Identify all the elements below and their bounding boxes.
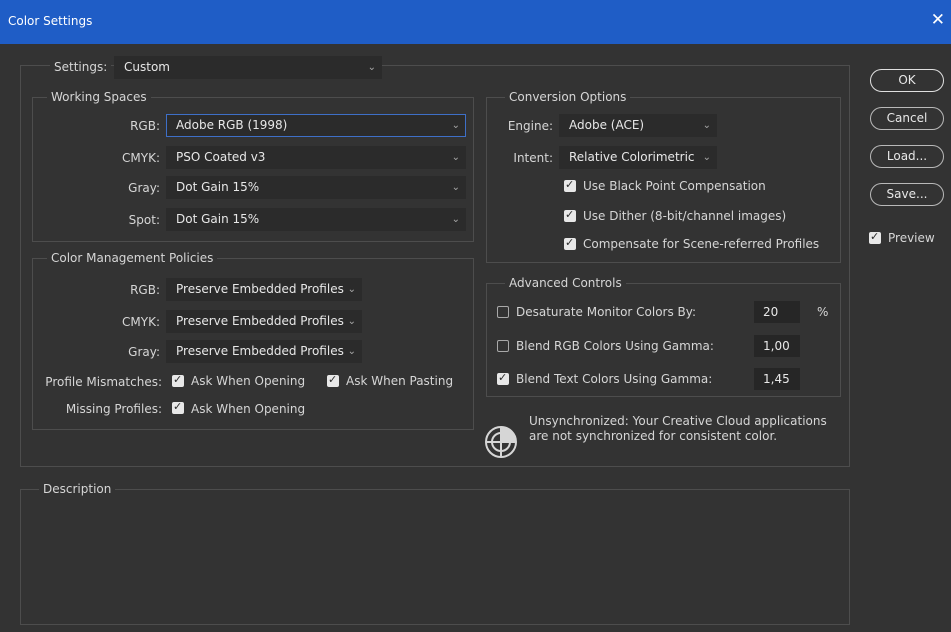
check-icon: ✓ <box>565 236 575 249</box>
policies-title: Color Management Policies <box>47 251 218 265</box>
policy-cmyk-select[interactable]: Preserve Embedded Profiles ⌄ <box>166 310 362 333</box>
color-settings-dialog: Settings: Custom ⌄ Working Spaces RGB: A… <box>0 44 951 632</box>
cancel-button[interactable]: Cancel <box>870 107 944 130</box>
engine-value: Adobe (ACE) <box>569 118 645 132</box>
missing-ask-when-opening-checkbox[interactable]: ✓ <box>172 400 184 414</box>
blend-rgb-label[interactable]: Blend RGB Colors Using Gamma: <box>516 339 714 353</box>
conversion-options-title: Conversion Options <box>505 90 631 104</box>
blend-text-input[interactable]: 1,45 <box>754 368 800 390</box>
desaturate-unit: % <box>817 305 829 319</box>
save-button[interactable]: Save... <box>870 183 944 206</box>
ok-button[interactable]: OK <box>870 69 944 92</box>
policy-gray-select[interactable]: Preserve Embedded Profiles ⌄ <box>166 340 362 363</box>
settings-select[interactable]: Custom ⌄ <box>114 56 382 79</box>
working-rgb-value: Adobe RGB (1998) <box>176 118 288 132</box>
preview-label[interactable]: Preview <box>888 231 935 245</box>
intent-select[interactable]: Relative Colorimetric ⌄ <box>559 146 717 169</box>
working-rgb-label: RGB: <box>130 119 160 133</box>
intent-label: Intent: <box>513 151 553 165</box>
blend-rgb-checkbox[interactable] <box>497 340 509 352</box>
sync-status-icon <box>485 426 517 458</box>
working-cmyk-label: CMYK: <box>122 151 160 165</box>
check-icon: ✓ <box>328 373 338 386</box>
desaturate-checkbox[interactable] <box>497 306 509 318</box>
check-icon: ✓ <box>498 371 508 384</box>
working-spaces-title: Working Spaces <box>47 90 151 104</box>
chevron-down-icon: ⌄ <box>367 62 376 73</box>
settings-value: Custom <box>124 60 170 74</box>
desaturate-input[interactable]: 20 <box>754 301 800 323</box>
intent-value: Relative Colorimetric <box>569 150 695 164</box>
working-gray-select[interactable]: Dot Gain 15% ⌄ <box>166 176 466 199</box>
chevron-down-icon: ⌄ <box>451 120 460 131</box>
chevron-down-icon: ⌄ <box>702 120 711 131</box>
scene-referred-label[interactable]: Compensate for Scene-referred Profiles <box>583 237 819 251</box>
working-cmyk-select[interactable]: PSO Coated v3 ⌄ <box>166 146 466 169</box>
dither-checkbox[interactable]: ✓ <box>564 208 576 222</box>
policy-cmyk-value: Preserve Embedded Profiles <box>176 314 344 328</box>
ask-when-opening-checkbox[interactable]: ✓ <box>172 373 184 387</box>
check-icon: ✓ <box>565 208 575 221</box>
chevron-down-icon: ⌄ <box>347 346 356 357</box>
missing-profiles-label: Missing Profiles: <box>65 402 162 416</box>
chevron-down-icon: ⌄ <box>347 284 356 295</box>
working-spot-select[interactable]: Dot Gain 15% ⌄ <box>166 208 466 231</box>
policy-rgb-select[interactable]: Preserve Embedded Profiles ⌄ <box>166 278 362 301</box>
advanced-controls-title: Advanced Controls <box>505 276 626 290</box>
ask-when-pasting-label[interactable]: Ask When Pasting <box>346 374 453 388</box>
policy-gray-value: Preserve Embedded Profiles <box>176 344 344 358</box>
scene-referred-checkbox[interactable]: ✓ <box>564 236 576 250</box>
dither-label[interactable]: Use Dither (8-bit/channel images) <box>583 209 786 223</box>
working-cmyk-value: PSO Coated v3 <box>176 150 266 164</box>
working-spot-value: Dot Gain 15% <box>176 212 260 226</box>
blend-rgb-input[interactable]: 1,00 <box>754 335 800 357</box>
blend-text-label[interactable]: Blend Text Colors Using Gamma: <box>516 372 712 386</box>
check-icon: ✓ <box>173 400 183 413</box>
working-spot-label: Spot: <box>128 213 160 227</box>
policy-rgb-label: RGB: <box>130 283 160 297</box>
blend-text-checkbox[interactable]: ✓ <box>497 371 509 385</box>
working-gray-value: Dot Gain 15% <box>176 180 260 194</box>
chevron-down-icon: ⌄ <box>451 152 460 163</box>
missing-ask-when-opening-label[interactable]: Ask When Opening <box>191 402 305 416</box>
policy-rgb-value: Preserve Embedded Profiles <box>176 282 344 296</box>
load-button[interactable]: Load... <box>870 145 944 168</box>
title-bar: Color Settings ✕ <box>0 0 951 44</box>
window-title: Color Settings <box>8 14 93 28</box>
check-icon: ✓ <box>173 373 183 386</box>
chevron-down-icon: ⌄ <box>451 214 460 225</box>
profile-mismatches-label: Profile Mismatches: <box>45 375 162 389</box>
description-title: Description <box>39 482 116 496</box>
sync-message-line2: are not synchronized for consistent colo… <box>529 429 778 443</box>
desaturate-label[interactable]: Desaturate Monitor Colors By: <box>516 305 696 319</box>
check-icon: ✓ <box>870 230 880 243</box>
chevron-down-icon: ⌄ <box>451 182 460 193</box>
check-icon: ✓ <box>565 178 575 191</box>
black-point-label[interactable]: Use Black Point Compensation <box>583 179 766 193</box>
policy-cmyk-label: CMYK: <box>122 315 160 329</box>
black-point-checkbox[interactable]: ✓ <box>564 178 576 192</box>
engine-select[interactable]: Adobe (ACE) ⌄ <box>559 114 717 137</box>
preview-checkbox[interactable]: ✓ <box>869 230 881 244</box>
ask-when-opening-label[interactable]: Ask When Opening <box>191 374 305 388</box>
working-rgb-select[interactable]: Adobe RGB (1998) ⌄ <box>166 114 466 137</box>
ask-when-pasting-checkbox[interactable]: ✓ <box>327 373 339 387</box>
chevron-down-icon: ⌄ <box>347 316 356 327</box>
settings-label: Settings: <box>50 60 112 74</box>
engine-label: Engine: <box>507 119 553 133</box>
description-group: Description <box>20 482 850 625</box>
policy-gray-label: Gray: <box>128 345 160 359</box>
close-icon[interactable]: ✕ <box>931 11 945 29</box>
chevron-down-icon: ⌄ <box>702 152 711 163</box>
working-gray-label: Gray: <box>128 181 160 195</box>
sync-message-line1: Unsynchronized: Your Creative Cloud appl… <box>529 414 827 428</box>
